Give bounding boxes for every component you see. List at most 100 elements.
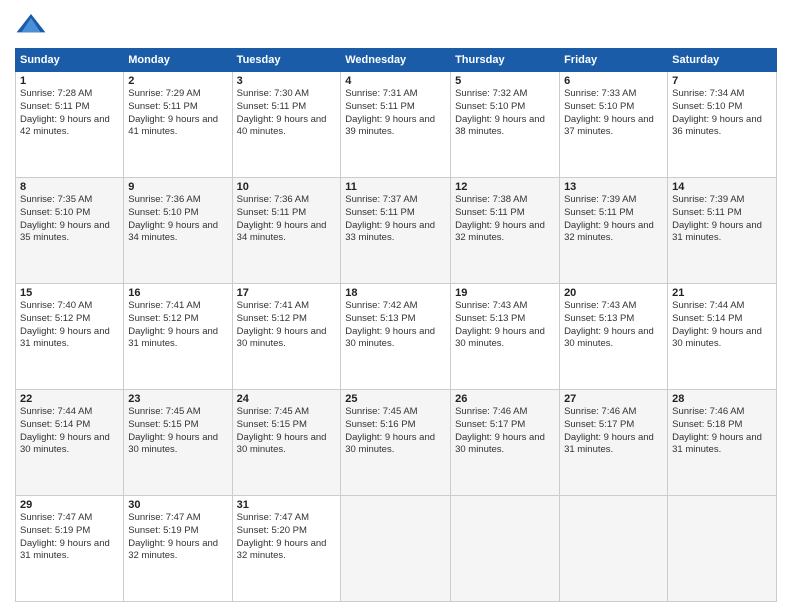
day-number: 7 [672,75,772,87]
day-number: 11 [345,181,446,193]
day-detail: Sunrise: 7:38 AMSunset: 5:11 PMDaylight:… [455,194,545,243]
day-number: 8 [20,181,119,193]
day-number: 30 [128,499,227,511]
day-number: 26 [455,393,555,405]
calendar-cell [668,496,777,602]
day-header-tuesday: Tuesday [232,49,341,72]
day-number: 6 [564,75,663,87]
calendar-cell: 14 Sunrise: 7:39 AMSunset: 5:11 PMDaylig… [668,178,777,284]
calendar-cell: 15 Sunrise: 7:40 AMSunset: 5:12 PMDaylig… [16,284,124,390]
calendar-cell: 21 Sunrise: 7:44 AMSunset: 5:14 PMDaylig… [668,284,777,390]
day-detail: Sunrise: 7:30 AMSunset: 5:11 PMDaylight:… [237,88,327,137]
day-number: 1 [20,75,119,87]
calendar-cell: 11 Sunrise: 7:37 AMSunset: 5:11 PMDaylig… [341,178,451,284]
calendar-cell [341,496,451,602]
calendar-cell: 8 Sunrise: 7:35 AMSunset: 5:10 PMDayligh… [16,178,124,284]
calendar-cell [451,496,560,602]
day-detail: Sunrise: 7:47 AMSunset: 5:19 PMDaylight:… [20,512,110,561]
week-row-1: 8 Sunrise: 7:35 AMSunset: 5:10 PMDayligh… [16,178,777,284]
day-number: 24 [237,393,337,405]
day-detail: Sunrise: 7:39 AMSunset: 5:11 PMDaylight:… [672,194,762,243]
calendar-cell: 26 Sunrise: 7:46 AMSunset: 5:17 PMDaylig… [451,390,560,496]
calendar-table: SundayMondayTuesdayWednesdayThursdayFrid… [15,48,777,602]
day-number: 28 [672,393,772,405]
page: SundayMondayTuesdayWednesdayThursdayFrid… [0,0,792,612]
day-detail: Sunrise: 7:31 AMSunset: 5:11 PMDaylight:… [345,88,435,137]
calendar-cell: 7 Sunrise: 7:34 AMSunset: 5:10 PMDayligh… [668,72,777,178]
calendar-cell: 4 Sunrise: 7:31 AMSunset: 5:11 PMDayligh… [341,72,451,178]
day-detail: Sunrise: 7:34 AMSunset: 5:10 PMDaylight:… [672,88,762,137]
calendar-cell: 1 Sunrise: 7:28 AMSunset: 5:11 PMDayligh… [16,72,124,178]
day-number: 12 [455,181,555,193]
calendar-cell: 27 Sunrise: 7:46 AMSunset: 5:17 PMDaylig… [560,390,668,496]
day-detail: Sunrise: 7:28 AMSunset: 5:11 PMDaylight:… [20,88,110,137]
calendar-cell: 28 Sunrise: 7:46 AMSunset: 5:18 PMDaylig… [668,390,777,496]
day-header-wednesday: Wednesday [341,49,451,72]
day-detail: Sunrise: 7:29 AMSunset: 5:11 PMDaylight:… [128,88,218,137]
day-detail: Sunrise: 7:43 AMSunset: 5:13 PMDaylight:… [564,300,654,349]
day-number: 20 [564,287,663,299]
day-header-monday: Monday [124,49,232,72]
calendar-cell: 23 Sunrise: 7:45 AMSunset: 5:15 PMDaylig… [124,390,232,496]
day-number: 18 [345,287,446,299]
calendar-cell: 5 Sunrise: 7:32 AMSunset: 5:10 PMDayligh… [451,72,560,178]
week-row-0: 1 Sunrise: 7:28 AMSunset: 5:11 PMDayligh… [16,72,777,178]
calendar-cell: 10 Sunrise: 7:36 AMSunset: 5:11 PMDaylig… [232,178,341,284]
header-row: SundayMondayTuesdayWednesdayThursdayFrid… [16,49,777,72]
day-detail: Sunrise: 7:41 AMSunset: 5:12 PMDaylight:… [237,300,327,349]
calendar-cell [560,496,668,602]
calendar-cell: 30 Sunrise: 7:47 AMSunset: 5:19 PMDaylig… [124,496,232,602]
day-detail: Sunrise: 7:42 AMSunset: 5:13 PMDaylight:… [345,300,435,349]
calendar-cell: 12 Sunrise: 7:38 AMSunset: 5:11 PMDaylig… [451,178,560,284]
calendar-cell: 19 Sunrise: 7:43 AMSunset: 5:13 PMDaylig… [451,284,560,390]
day-number: 31 [237,499,337,511]
day-header-thursday: Thursday [451,49,560,72]
day-detail: Sunrise: 7:46 AMSunset: 5:18 PMDaylight:… [672,406,762,455]
day-detail: Sunrise: 7:39 AMSunset: 5:11 PMDaylight:… [564,194,654,243]
day-detail: Sunrise: 7:47 AMSunset: 5:19 PMDaylight:… [128,512,218,561]
day-number: 9 [128,181,227,193]
day-number: 17 [237,287,337,299]
calendar-cell: 2 Sunrise: 7:29 AMSunset: 5:11 PMDayligh… [124,72,232,178]
day-detail: Sunrise: 7:35 AMSunset: 5:10 PMDaylight:… [20,194,110,243]
day-detail: Sunrise: 7:37 AMSunset: 5:11 PMDaylight:… [345,194,435,243]
day-detail: Sunrise: 7:45 AMSunset: 5:15 PMDaylight:… [128,406,218,455]
day-detail: Sunrise: 7:43 AMSunset: 5:13 PMDaylight:… [455,300,545,349]
calendar-cell: 6 Sunrise: 7:33 AMSunset: 5:10 PMDayligh… [560,72,668,178]
day-number: 15 [20,287,119,299]
day-detail: Sunrise: 7:40 AMSunset: 5:12 PMDaylight:… [20,300,110,349]
day-detail: Sunrise: 7:45 AMSunset: 5:16 PMDaylight:… [345,406,435,455]
header [15,10,777,42]
calendar-cell: 22 Sunrise: 7:44 AMSunset: 5:14 PMDaylig… [16,390,124,496]
calendar-cell: 20 Sunrise: 7:43 AMSunset: 5:13 PMDaylig… [560,284,668,390]
day-detail: Sunrise: 7:44 AMSunset: 5:14 PMDaylight:… [20,406,110,455]
calendar-cell: 24 Sunrise: 7:45 AMSunset: 5:15 PMDaylig… [232,390,341,496]
calendar-cell: 25 Sunrise: 7:45 AMSunset: 5:16 PMDaylig… [341,390,451,496]
day-number: 13 [564,181,663,193]
day-detail: Sunrise: 7:47 AMSunset: 5:20 PMDaylight:… [237,512,327,561]
day-header-saturday: Saturday [668,49,777,72]
day-number: 16 [128,287,227,299]
week-row-3: 22 Sunrise: 7:44 AMSunset: 5:14 PMDaylig… [16,390,777,496]
day-number: 23 [128,393,227,405]
day-number: 25 [345,393,446,405]
day-header-friday: Friday [560,49,668,72]
calendar-cell: 3 Sunrise: 7:30 AMSunset: 5:11 PMDayligh… [232,72,341,178]
day-number: 14 [672,181,772,193]
day-number: 3 [237,75,337,87]
day-number: 2 [128,75,227,87]
day-number: 21 [672,287,772,299]
week-row-2: 15 Sunrise: 7:40 AMSunset: 5:12 PMDaylig… [16,284,777,390]
day-number: 29 [20,499,119,511]
day-number: 27 [564,393,663,405]
day-detail: Sunrise: 7:32 AMSunset: 5:10 PMDaylight:… [455,88,545,137]
calendar-cell: 17 Sunrise: 7:41 AMSunset: 5:12 PMDaylig… [232,284,341,390]
day-detail: Sunrise: 7:45 AMSunset: 5:15 PMDaylight:… [237,406,327,455]
day-number: 19 [455,287,555,299]
day-detail: Sunrise: 7:46 AMSunset: 5:17 PMDaylight:… [455,406,545,455]
day-number: 22 [20,393,119,405]
day-detail: Sunrise: 7:36 AMSunset: 5:10 PMDaylight:… [128,194,218,243]
calendar-cell: 31 Sunrise: 7:47 AMSunset: 5:20 PMDaylig… [232,496,341,602]
day-detail: Sunrise: 7:46 AMSunset: 5:17 PMDaylight:… [564,406,654,455]
calendar-cell: 16 Sunrise: 7:41 AMSunset: 5:12 PMDaylig… [124,284,232,390]
